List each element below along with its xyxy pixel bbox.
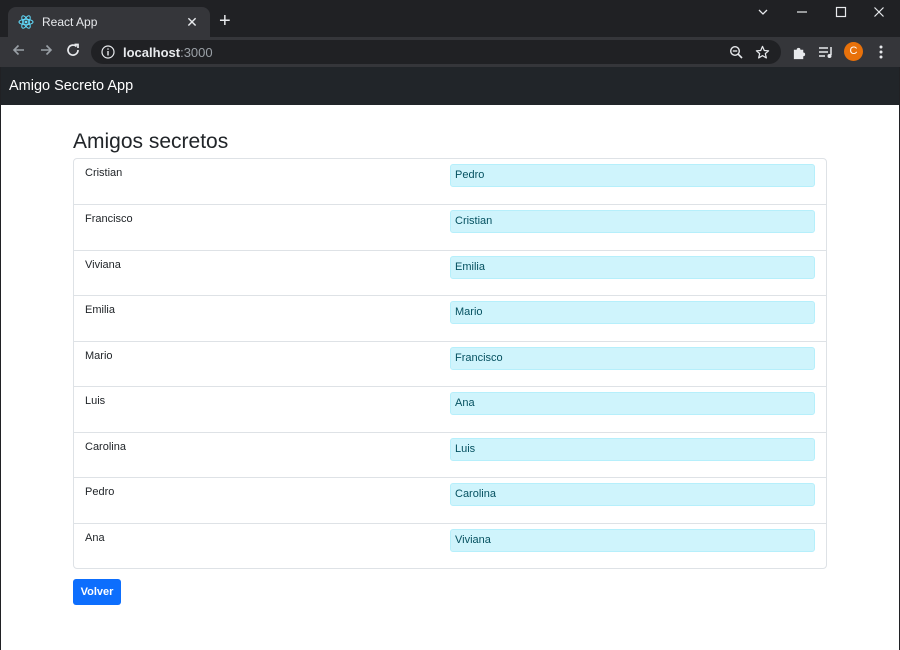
secret-friend-alert: Viviana xyxy=(450,528,815,552)
minimize-icon xyxy=(797,11,807,13)
info-icon[interactable] xyxy=(101,45,115,59)
tab-title: React App xyxy=(42,15,98,29)
app-navbar: Amigo Secreto App xyxy=(1,67,899,105)
secret-friend-alert: Mario xyxy=(450,301,815,324)
browser-toolbar: localhost:3000 C xyxy=(0,37,900,67)
list-item: Mario Francisco xyxy=(74,340,826,387)
arrow-right-icon xyxy=(41,44,53,56)
list-item: Viviana Emilia xyxy=(74,249,826,296)
secret-friend-alert: Carolina xyxy=(450,483,815,506)
giver-name: Cristian xyxy=(85,167,123,179)
giver-name: Francisco xyxy=(85,213,133,225)
giver-name: Ana xyxy=(85,531,105,544)
back-button[interactable] xyxy=(9,42,29,62)
secret-friend-alert: Luis xyxy=(450,437,815,461)
close-window-button[interactable] xyxy=(864,4,894,22)
secret-friend-alert: Emilia xyxy=(450,255,815,279)
giver-name: Emilia xyxy=(85,304,115,316)
giver-name: Mario xyxy=(85,349,113,362)
zoom-out-icon[interactable] xyxy=(727,43,745,61)
minimize-button[interactable] xyxy=(787,4,817,22)
list-item: Carolina Luis xyxy=(74,431,826,478)
kebab-menu-icon[interactable] xyxy=(872,43,890,61)
address-bar[interactable]: localhost:3000 xyxy=(91,40,781,64)
maximize-button[interactable] xyxy=(826,4,856,22)
puzzle-icon[interactable] xyxy=(790,43,808,61)
page-viewport: Amigo Secreto App Amigos secretos Cristi… xyxy=(1,67,899,650)
list-item: Francisco Cristian xyxy=(74,204,826,250)
media-queue-icon[interactable] xyxy=(817,43,835,61)
secret-friend-alert: Francisco xyxy=(450,346,815,370)
reload-icon xyxy=(67,43,79,56)
list-item: Cristian Pedro xyxy=(74,159,826,204)
star-icon[interactable] xyxy=(753,43,771,61)
giver-name: Luis xyxy=(85,395,106,407)
arrow-left-icon xyxy=(12,44,24,56)
content-container: Amigos secretos Cristian Pedro Francisco Cr… xyxy=(73,127,827,569)
secret-friends-list: Cristian Pedro Francisco Cristian Viviana Emi… xyxy=(73,158,827,569)
page-title: Amigos secretos xyxy=(73,130,229,153)
forward-button[interactable] xyxy=(36,42,56,62)
profile-avatar[interactable]: C xyxy=(844,42,863,61)
url-host: localhost xyxy=(123,44,181,60)
close-icon xyxy=(874,7,884,17)
secret-friend-alert: Ana xyxy=(450,392,815,415)
maximize-icon xyxy=(835,6,847,18)
reload-button[interactable] xyxy=(63,42,83,62)
browser-tab-react-app[interactable]: React App ✕ xyxy=(8,7,210,37)
url-port: :3000 xyxy=(180,44,213,60)
react-icon xyxy=(18,15,34,29)
secret-friend-alert: Pedro xyxy=(450,164,815,187)
tab-search-button[interactable] xyxy=(748,4,778,22)
tab-close-button[interactable]: ✕ xyxy=(184,14,200,31)
list-item: Luis Ana xyxy=(74,386,826,432)
giver-name: Carolina xyxy=(85,440,126,453)
list-item: Emilia Mario xyxy=(74,295,826,341)
giver-name: Pedro xyxy=(85,486,115,498)
list-item: Pedro Carolina xyxy=(74,477,826,523)
new-tab-button[interactable]: + xyxy=(219,11,231,31)
back-button-volver[interactable]: Volver xyxy=(73,579,121,605)
giver-name: Viviana xyxy=(85,258,121,271)
navbar-brand[interactable]: Amigo Secreto App xyxy=(9,78,133,94)
browser-tabstrip: React App ✕ + xyxy=(0,0,900,37)
list-item: Ana Viviana xyxy=(74,522,826,569)
secret-friend-alert: Cristian xyxy=(450,210,815,233)
chevron-down-icon xyxy=(758,9,768,15)
